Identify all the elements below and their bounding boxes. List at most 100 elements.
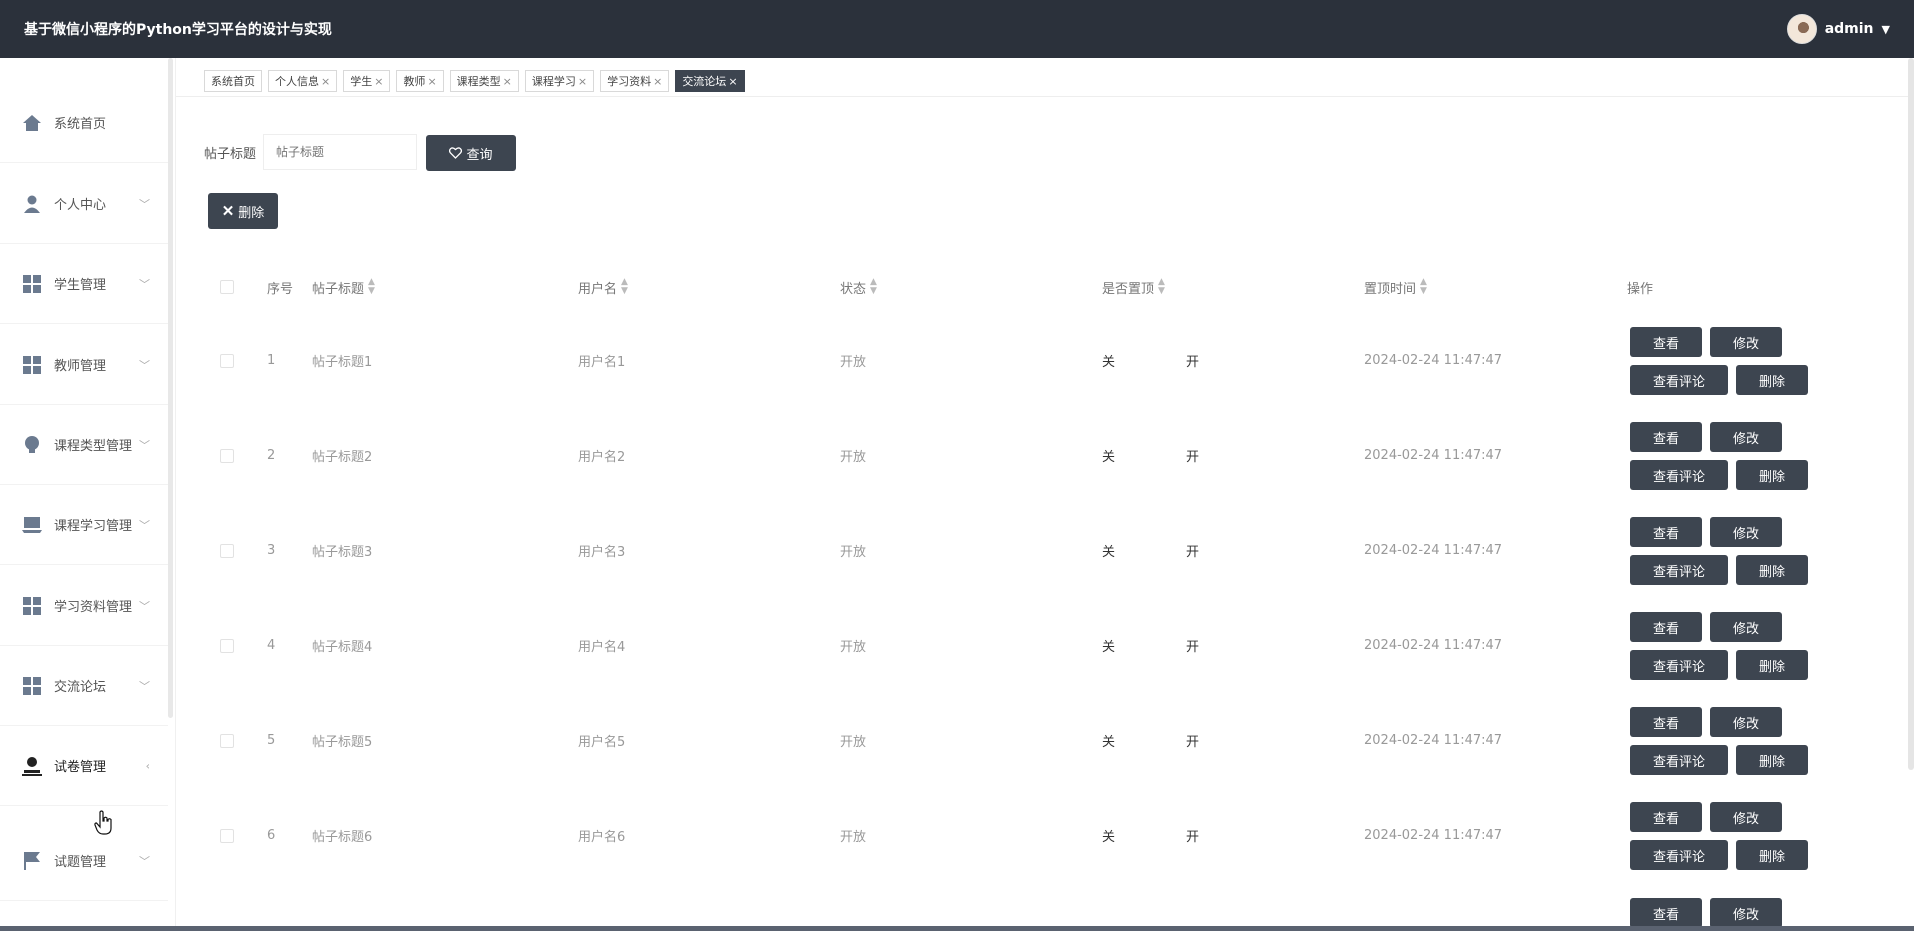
pin-off-option[interactable]: 关 (1102, 731, 1115, 750)
pin-on-option[interactable]: 开 (1186, 731, 1199, 750)
edit-button[interactable]: 修改 (1710, 422, 1782, 452)
tab-teachers[interactable]: 教师 × (396, 70, 444, 92)
view-button[interactable]: 查看 (1630, 422, 1702, 452)
laptop-icon (22, 515, 42, 535)
row-status: 开放 (840, 450, 867, 465)
tab-materials[interactable]: 学习资料 × (600, 70, 670, 92)
row-checkbox[interactable] (220, 353, 234, 368)
pin-on-option[interactable]: 开 (1186, 541, 1199, 560)
sidebar-item-home[interactable]: 系统首页 (0, 83, 168, 163)
sidebar-item-course-study[interactable]: 课程学习管理 ﹀ (0, 485, 168, 565)
row-checkbox[interactable] (220, 828, 234, 843)
row-status: 开放 (840, 355, 867, 370)
edit-button[interactable]: 修改 (1710, 517, 1782, 547)
caret-down-icon[interactable]: ▼ (1882, 23, 1890, 36)
delete-button[interactable]: 删除 (1736, 840, 1808, 870)
sort-icon[interactable]: ▲ ▼ (621, 278, 628, 296)
tab-label: 交流论坛 (682, 75, 727, 88)
batch-delete-button[interactable]: ✕ 删除 (208, 193, 278, 229)
pin-off-option[interactable]: 关 (1102, 446, 1115, 465)
pin-off-option[interactable]: 关 (1102, 636, 1115, 655)
edit-button[interactable]: 修改 (1710, 898, 1782, 928)
sidebar-scrollbar[interactable] (168, 58, 173, 718)
sidebar-item-questions[interactable]: 试题管理 ﹀ (0, 821, 168, 901)
column-header-title[interactable]: 帖子标题 ▲ ▼ (312, 272, 375, 302)
column-header-status[interactable]: 状态 ▲ ▼ (840, 272, 877, 302)
search-input[interactable] (263, 134, 417, 170)
close-icon[interactable]: × (374, 75, 383, 88)
row-checkbox[interactable] (220, 448, 234, 463)
flag-icon (22, 851, 42, 871)
sidebar-item-forum[interactable]: 交流论坛 ﹀ (0, 646, 168, 726)
delete-button[interactable]: 删除 (1736, 460, 1808, 490)
sidebar-item-materials[interactable]: 学习资料管理 ﹀ (0, 566, 168, 646)
close-icon[interactable]: × (503, 75, 512, 88)
pin-on-option[interactable]: 开 (1186, 636, 1199, 655)
tab-label: 学生 (350, 75, 373, 88)
sort-icon[interactable]: ▲ ▼ (368, 278, 375, 296)
close-icon[interactable]: × (728, 75, 737, 88)
view-comments-button[interactable]: 查看评论 (1630, 365, 1728, 395)
delete-button[interactable]: 删除 (1736, 555, 1808, 585)
tab-course-types[interactable]: 课程类型 × (449, 70, 519, 92)
column-header-pinned[interactable]: 是否置顶 ▲ ▼ (1102, 272, 1165, 302)
close-icon[interactable]: × (427, 75, 436, 88)
avatar[interactable] (1786, 14, 1817, 44)
view-button[interactable]: 查看 (1630, 327, 1702, 357)
view-button[interactable]: 查看 (1630, 517, 1702, 547)
pin-off-option[interactable]: 关 (1102, 826, 1115, 845)
delete-button[interactable]: 删除 (1736, 650, 1808, 680)
row-checkbox[interactable] (220, 733, 234, 748)
column-header-pin-time[interactable]: 置顶时间 ▲ ▼ (1364, 272, 1427, 302)
view-comments-button[interactable]: 查看评论 (1630, 650, 1728, 680)
search-label: 帖子标题 (204, 147, 257, 162)
pin-off-option[interactable]: 关 (1102, 351, 1115, 370)
bulb-icon (22, 435, 42, 455)
close-icon[interactable]: × (578, 75, 587, 88)
user-menu[interactable]: admin ▼ (1786, 14, 1890, 44)
view-button[interactable]: 查看 (1630, 707, 1702, 737)
edit-button[interactable]: 修改 (1710, 707, 1782, 737)
sort-icon[interactable]: ▲ ▼ (870, 278, 877, 296)
user-name[interactable]: admin (1825, 21, 1874, 37)
column-header-user[interactable]: 用户名 ▲ ▼ (578, 272, 628, 302)
view-comments-button[interactable]: 查看评论 (1630, 555, 1728, 585)
tab-course-study[interactable]: 课程学习 × (524, 70, 595, 92)
pin-on-option[interactable]: 开 (1186, 826, 1199, 845)
sidebar-item-students[interactable]: 学生管理 ﹀ (0, 244, 168, 324)
grid-icon (22, 274, 42, 294)
sidebar-item-exams[interactable]: 试卷管理 ‹ (0, 726, 168, 806)
view-button[interactable]: 查看 (1630, 898, 1702, 928)
view-comments-button[interactable]: 查看评论 (1630, 840, 1728, 870)
pin-on-option[interactable]: 开 (1186, 446, 1199, 465)
close-icon[interactable]: × (653, 75, 662, 88)
delete-button[interactable]: 删除 (1736, 365, 1808, 395)
page-scrollbar[interactable] (1908, 58, 1914, 770)
delete-button[interactable]: 删除 (1736, 745, 1808, 775)
tab-students[interactable]: 学生 × (343, 70, 391, 92)
pin-off-option[interactable]: 关 (1102, 541, 1115, 560)
row-checkbox[interactable] (220, 638, 234, 653)
view-button[interactable]: 查看 (1630, 612, 1702, 642)
query-button[interactable]: 查询 (426, 135, 516, 171)
sidebar-item-teachers[interactable]: 教师管理 ﹀ (0, 325, 168, 405)
row-actions: 查看 修改 查看评论 删除 (1630, 707, 1830, 777)
tab-forum[interactable]: 交流论坛 × (675, 70, 745, 92)
tab-home[interactable]: 系统首页 (204, 70, 262, 92)
view-comments-button[interactable]: 查看评论 (1630, 460, 1728, 490)
sidebar-item-personal[interactable]: 个人中心 ﹀ (0, 164, 168, 244)
sidebar-item-course-types[interactable]: 课程类型管理 ﹀ (0, 405, 168, 485)
select-all-checkbox[interactable] (220, 280, 234, 294)
pin-on-option[interactable]: 开 (1186, 351, 1199, 370)
edit-button[interactable]: 修改 (1710, 612, 1782, 642)
tab-personal-info[interactable]: 个人信息 × (268, 70, 338, 92)
edit-button[interactable]: 修改 (1710, 802, 1782, 832)
sort-icon[interactable]: ▲ ▼ (1420, 278, 1427, 296)
view-comments-button[interactable]: 查看评论 (1630, 745, 1728, 775)
view-button[interactable]: 查看 (1630, 802, 1702, 832)
tab-label: 教师 (403, 75, 426, 88)
edit-button[interactable]: 修改 (1710, 327, 1782, 357)
sort-icon[interactable]: ▲ ▼ (1158, 278, 1165, 296)
close-icon[interactable]: × (321, 75, 330, 88)
row-checkbox[interactable] (220, 543, 234, 558)
